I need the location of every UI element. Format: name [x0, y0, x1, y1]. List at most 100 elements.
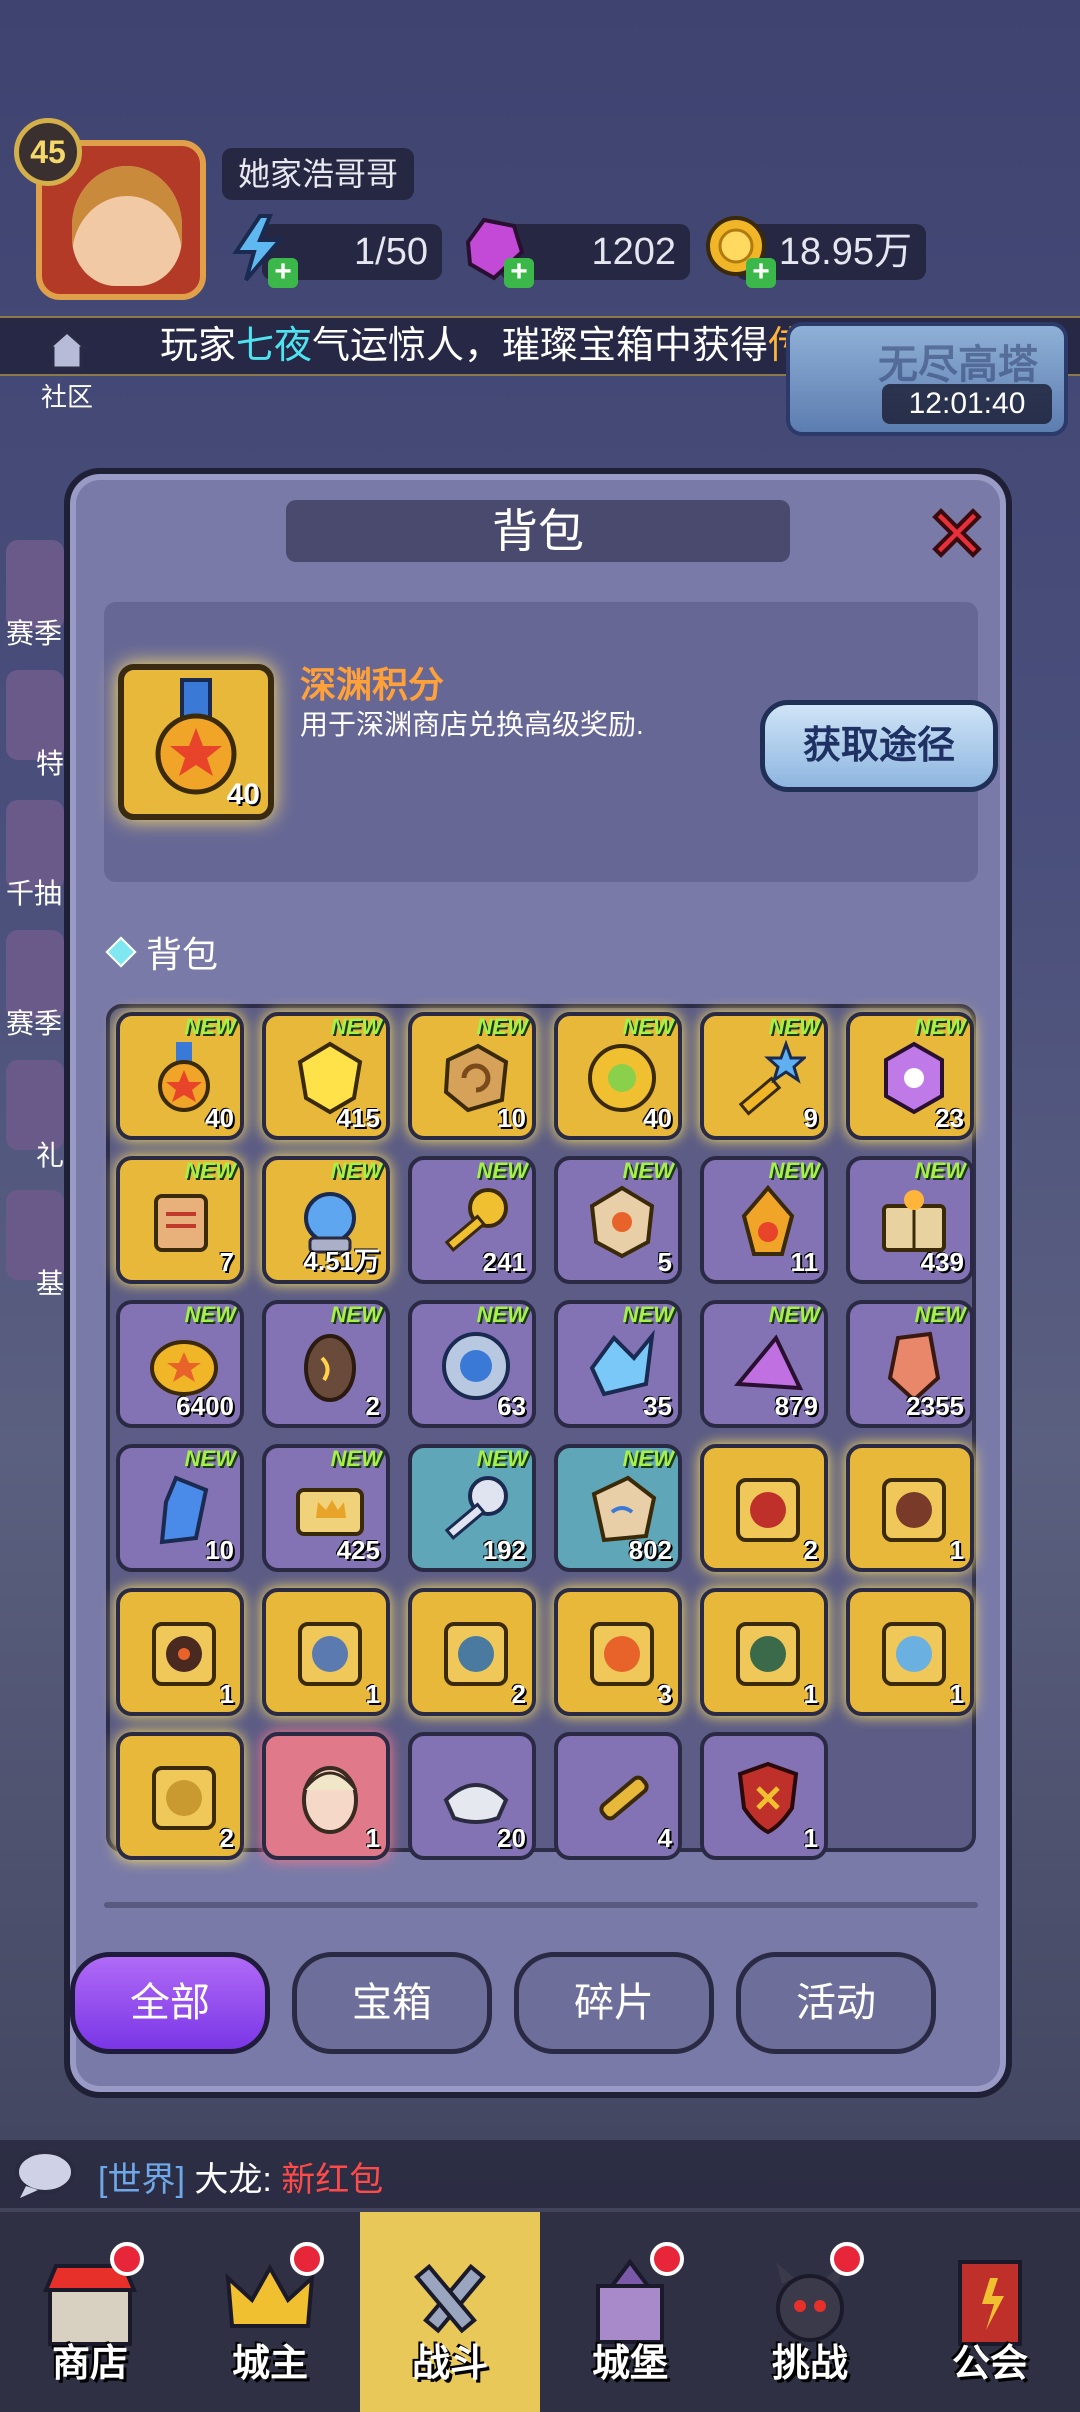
inventory-slot[interactable]: 4 — [554, 1732, 682, 1860]
new-tag: NEW — [914, 1302, 966, 1327]
nav-item[interactable]: 城主 — [180, 2212, 360, 2412]
obtain-source-button[interactable]: 获取途径 — [760, 700, 998, 792]
side-label-fund: 基 — [36, 1268, 65, 1299]
player-name: 她家浩哥哥 — [222, 148, 415, 200]
sun-stone-icon — [589, 1185, 655, 1259]
item-count: 2 — [365, 1391, 380, 1421]
nav-item[interactable]: 公会 — [900, 2212, 1080, 2412]
item-count: 2355 — [906, 1391, 964, 1421]
nav-item[interactable]: 城堡 — [540, 2212, 720, 2412]
gold-puzzle-icon — [152, 1766, 216, 1830]
energy-add-button[interactable]: + — [222, 212, 298, 288]
inventory-slot[interactable]: 1 — [700, 1588, 828, 1716]
inventory-slot[interactable]: NEW 241 — [408, 1156, 536, 1284]
selected-item-description: 用于深渊商店兑换高级奖励. — [300, 709, 644, 740]
nav-label: 战斗 — [411, 2343, 488, 2385]
inventory-slot[interactable]: NEW 6400 — [116, 1300, 244, 1428]
gold-add-button[interactable]: + — [700, 212, 776, 288]
nav-item[interactable]: 战斗 — [360, 2212, 540, 2412]
inventory-slot[interactable]: 2 — [700, 1444, 828, 1572]
broadcast-player: 七夜 — [235, 325, 312, 367]
inventory-slot[interactable]: NEW 7 — [116, 1156, 244, 1284]
inventory-slot[interactable]: 3 — [554, 1588, 682, 1716]
inventory-slot[interactable]: NEW 40 — [554, 1012, 682, 1140]
nav-label: 公会 — [951, 2343, 1028, 2385]
new-tag: NEW — [184, 1446, 236, 1471]
side-label-season2: 赛季 — [6, 1008, 63, 1039]
inventory-slot[interactable]: NEW 11 — [700, 1156, 828, 1284]
inventory-slot[interactable]: NEW 2355 — [846, 1300, 974, 1428]
inventory-slot[interactable]: NEW 425 — [262, 1444, 390, 1572]
community-button[interactable]: 社区 — [22, 329, 112, 414]
gem-add-button[interactable]: + — [458, 212, 534, 288]
tab-chests[interactable]: 宝箱 — [292, 1952, 492, 2054]
level-badge: 45 — [14, 118, 82, 186]
inventory-slot[interactable]: 2 — [408, 1588, 536, 1716]
new-tag: NEW — [768, 1014, 820, 1039]
inventory-slot[interactable]: NEW 192 — [408, 1444, 536, 1572]
notification-dot — [290, 2242, 324, 2276]
inventory-slot[interactable]: NEW 879 — [700, 1300, 828, 1428]
new-tag: NEW — [622, 1446, 674, 1471]
item-count: 879 — [774, 1391, 818, 1421]
new-tag: NEW — [914, 1158, 966, 1183]
close-button[interactable] — [922, 498, 992, 568]
inventory-slot[interactable]: NEW 63 — [408, 1300, 536, 1428]
rune-egg-icon — [304, 1334, 356, 1402]
item-count: 1 — [219, 1679, 234, 1709]
item-grid: NEW 40 NEW 415 NEW 10 NEW 40 NEW 9 NEW 23 NEW 7 NEW 4.5… — [106, 1004, 976, 1860]
item-count: 5 — [657, 1247, 672, 1277]
section-label: 背包 — [146, 934, 219, 975]
inventory-slot[interactable]: 2 — [116, 1732, 244, 1860]
inventory-slot[interactable]: 1 — [262, 1732, 390, 1860]
side-label-draw: 千抽 — [6, 878, 63, 909]
inventory-slot[interactable]: NEW 2 — [262, 1300, 390, 1428]
inventory-slot[interactable]: NEW 439 — [846, 1156, 974, 1284]
new-tag: NEW — [476, 1446, 528, 1471]
inventory-slot[interactable]: NEW 35 — [554, 1300, 682, 1428]
inventory-slot[interactable]: NEW 415 — [262, 1012, 390, 1140]
tab-all[interactable]: 全部 — [70, 1952, 270, 2054]
world-chat-bar[interactable]: [世界] 大龙: 新红包 — [0, 2140, 1080, 2208]
inventory-slot[interactable]: NEW 10 — [408, 1012, 536, 1140]
community-label: 社区 — [40, 382, 93, 412]
tab-events[interactable]: 活动 — [736, 1952, 936, 2054]
inventory-slot[interactable]: 1 — [846, 1444, 974, 1572]
item-count: 1 — [803, 1823, 818, 1853]
inventory-slot[interactable]: NEW 5 — [554, 1156, 682, 1284]
tab-fragments[interactable]: 碎片 — [514, 1952, 714, 2054]
broadcast-prefix: 玩家 — [159, 325, 236, 367]
inventory-slot[interactable]: 1 — [846, 1588, 974, 1716]
new-tag: NEW — [622, 1014, 674, 1039]
new-tag: NEW — [622, 1158, 674, 1183]
nav-item[interactable]: 挑战 — [720, 2212, 900, 2412]
nav-item[interactable]: 商店 — [0, 2212, 180, 2412]
inventory-slot[interactable]: NEW 802 — [554, 1444, 682, 1572]
modal-title: 背包 — [286, 500, 790, 562]
knight-puzzle-icon — [444, 1622, 508, 1686]
inventory-slot[interactable]: NEW 23 — [846, 1012, 974, 1140]
inventory-slot[interactable]: 1 — [116, 1588, 244, 1716]
item-count: 1 — [949, 1679, 964, 1709]
inventory-slot[interactable]: NEW 10 — [116, 1444, 244, 1572]
nav-label: 挑战 — [771, 2343, 848, 2385]
inventory-slot[interactable]: NEW 4.51万 — [262, 1156, 390, 1284]
item-detail-panel: 40 深渊积分 用于深渊商店兑换高级奖励. 获取途径 — [104, 602, 998, 882]
notification-dot — [830, 2242, 864, 2276]
inventory-slot[interactable]: NEW 9 — [700, 1012, 828, 1140]
item-count: 40 — [205, 1103, 234, 1133]
endless-tower-button[interactable]: 无尽高塔 12:01:40 — [786, 322, 1068, 436]
inventory-slot[interactable]: 1 — [262, 1588, 390, 1716]
inventory-slot[interactable]: 20 — [408, 1732, 536, 1860]
selected-item-count: 40 — [226, 778, 260, 811]
inventory-slot[interactable]: 1 — [700, 1732, 828, 1860]
item-count: 4 — [657, 1823, 672, 1853]
backpack-modal: 背包 40 深渊积分 用于深渊商店兑换高级奖励. 获取途径 背包 NEW 40 NE… — [64, 468, 1012, 2098]
new-tag: NEW — [914, 1014, 966, 1039]
item-count: 1 — [803, 1679, 818, 1709]
star-key-icon — [738, 1040, 806, 1116]
new-tag: NEW — [476, 1302, 528, 1327]
new-tag: NEW — [330, 1014, 382, 1039]
inventory-slot[interactable]: NEW 40 — [116, 1012, 244, 1140]
nav-label: 城堡 — [591, 2343, 668, 2385]
